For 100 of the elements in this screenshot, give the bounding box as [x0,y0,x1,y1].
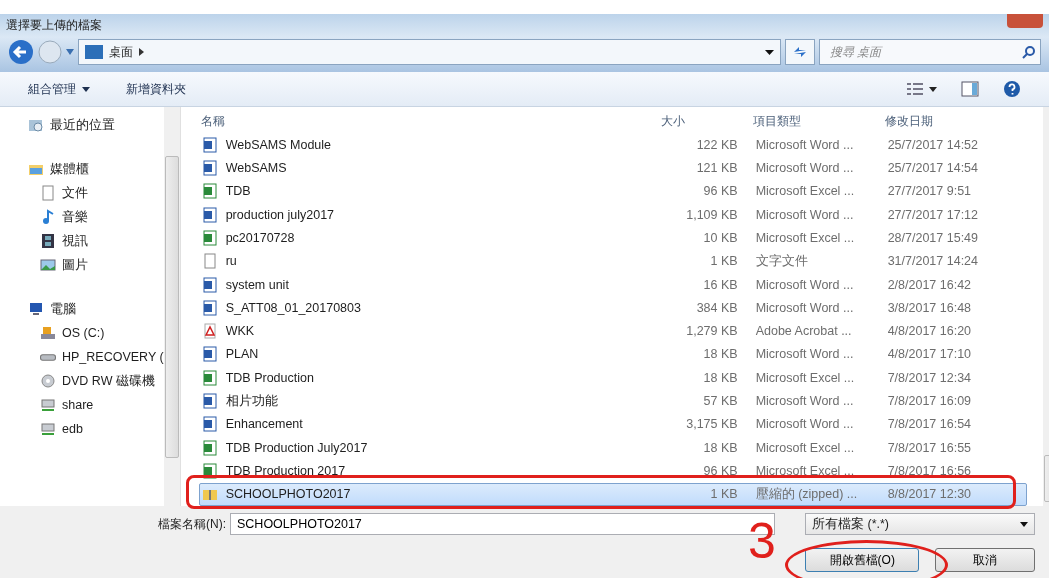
file-type: Microsoft Word ... [754,277,855,292]
file-date: 8/8/2017 12:30 [886,487,973,502]
file-size: 96 KB [702,464,739,479]
dropdown-caret-icon[interactable] [765,49,774,55]
file-type: Microsoft Word ... [754,347,855,362]
file-date: 28/7/2017 15:49 [886,230,980,245]
drive-icon [40,325,56,341]
refresh-button[interactable] [785,39,815,65]
file-row[interactable]: S_ATT08_01_20170803 384 KB Microsoft Word ... 3/8/2017 16:48 [198,296,1027,320]
network-drive-icon [40,397,56,413]
computer-icon [28,301,44,317]
organize-menu[interactable]: 組合管理 [28,80,90,98]
sidebar-item[interactable]: DVD RW 磁碟機 [0,369,164,393]
sidebar-item[interactable]: edb [0,417,164,441]
sidebar-item[interactable]: HP_RECOVERY ( [0,345,164,369]
back-icon[interactable] [8,39,34,65]
word-file-icon [201,346,218,363]
chevron-icon[interactable] [139,48,144,56]
sidebar-scrollbar[interactable] [163,107,180,506]
sidebar-item[interactable]: 圖片 [0,253,164,277]
file-type: Microsoft Excel ... [754,464,856,479]
filename-label: 檔案名稱(N): [157,515,227,533]
sidebar-item[interactable]: 視訊 [0,229,164,253]
file-row[interactable]: system unit 16 KB Microsoft Word ... 2/8/2017 16:42 [198,272,1027,297]
sidebar-item[interactable]: 媒體櫃 [0,157,164,181]
file-type: Microsoft Word ... [754,417,855,432]
file-name: production july2017 [224,207,336,222]
word-file-icon [201,159,218,176]
file-size: 18 KB [702,370,739,385]
excel-file-icon [201,439,218,456]
file-name: WebSAMS [224,160,288,175]
file-row[interactable]: SCHOOLPHOTO2017 1 KB 壓縮的 (zipped) ... 8/8/2017 12:30 [198,482,1027,506]
file-type: Microsoft Word ... [754,300,855,315]
file-name: TDB Production 2017 [224,464,347,479]
file-row[interactable]: TDB Production July2017 18 KB Microsoft Excel ... 7/8/2017 16:55 [198,436,1027,460]
address-bar[interactable]: 桌面 [78,39,781,65]
sidebar-item[interactable]: share [0,393,164,417]
file-size: 1,109 KB [685,207,739,222]
word-file-icon [201,276,218,293]
sidebar-item[interactable]: 最近的位置 [0,113,164,137]
sidebar-item[interactable]: 音樂 [0,205,164,229]
word-file-icon [201,393,218,410]
file-size: 10 KB [702,230,739,245]
refresh-icon [794,47,806,57]
file-row[interactable]: PLAN 18 KB Microsoft Word ... 4/8/2017 17:10 [198,342,1027,367]
open-button[interactable]: 開啟舊檔(O) [805,548,920,572]
file-name: TDB [224,184,252,199]
file-row[interactable]: WebSAMS 121 KB Microsoft Word ... 25/7/2017 14:54 [198,156,1027,180]
file-date: 31/7/2017 14:24 [886,254,980,269]
file-row[interactable]: TDB Production 18 KB Microsoft Excel ... 7/8/2017 12:34 [198,366,1027,390]
file-row[interactable]: WebSAMS Module 122 KB Microsoft Word ... 25/7/2017 14:52 [198,133,1027,157]
sidebar-item[interactable]: OS (C:) [0,321,164,345]
word-file-icon [201,206,218,223]
file-row[interactable]: pc20170728 10 KB Microsoft Excel ... 28/7/2017 15:49 [198,226,1027,250]
file-row[interactable]: TDB 96 KB Microsoft Excel ... 27/7/2017 9:51 [198,179,1027,203]
sidebar-item[interactable]: 文件 [0,181,164,205]
file-size: 96 KB [702,184,739,199]
column-header[interactable]: 名稱 [198,112,661,130]
view-options-icon[interactable] [907,82,937,96]
file-row[interactable]: TDB Production 2017 96 KB Microsoft Excel ... 7/8/2017 16:56 [198,459,1027,483]
file-size: 3,175 KB [685,417,739,432]
file-type: Microsoft Word ... [754,160,855,175]
search-field[interactable]: 搜尋 桌面 [819,39,1041,65]
word-file-icon [201,136,218,153]
file-name: TDB Production July2017 [224,440,369,455]
file-row[interactable]: WKK 1,279 KB Adobe Acrobat ... 4/8/2017 16:20 [198,319,1027,343]
file-size: 57 KB [702,394,739,409]
breadcrumb-item[interactable]: 桌面 [109,43,133,61]
music-note-icon [40,209,56,225]
file-size: 1 KB [709,254,739,269]
file-row[interactable]: 相片功能 57 KB Microsoft Word ... 7/8/2017 16:09 [198,389,1027,413]
new-folder-button[interactable]: 新增資料夾 [126,80,186,98]
file-date: 25/7/2017 14:54 [886,160,980,175]
file-row[interactable]: production july2017 1,109 KB Microsoft Word ... 27/7/2017 17:12 [198,202,1027,227]
file-name: ru [224,254,238,269]
file-type: Microsoft Word ... [754,207,855,222]
file-date: 7/8/2017 12:34 [886,370,973,385]
file-type: Microsoft Word ... [754,394,855,409]
excel-file-icon [201,229,218,246]
file-name: TDB Production [224,370,315,385]
column-header[interactable]: 大小 [660,112,751,130]
file-date: 27/7/2017 17:12 [886,207,980,222]
window-title: 選擇要上傳的檔案 [6,16,102,34]
preview-pane-icon[interactable] [961,81,979,97]
cancel-button[interactable]: 取消 [935,548,1035,572]
file-size: 16 KB [702,277,739,292]
sidebar-item[interactable]: 電腦 [0,297,164,321]
file-date: 7/8/2017 16:54 [886,417,973,432]
caret-icon[interactable] [66,49,74,55]
excel-file-icon [201,369,218,386]
text-file-icon [201,253,218,270]
file-type-dropdown[interactable]: 所有檔案 (*.*) [805,513,1035,535]
file-row[interactable]: Enhancement 3,175 KB Microsoft Word ... 7/8/2017 16:54 [198,412,1027,437]
column-header[interactable]: 修改日期 [882,112,1023,130]
file-name: pc20170728 [224,230,296,245]
column-header[interactable]: 項目類型 [750,112,883,130]
help-icon[interactable] [1003,80,1021,98]
file-type: Adobe Acrobat ... [754,324,853,339]
file-row[interactable]: ru 1 KB 文字文件 31/7/2017 14:24 [198,249,1027,273]
file-date: 27/7/2017 9:51 [886,184,973,199]
